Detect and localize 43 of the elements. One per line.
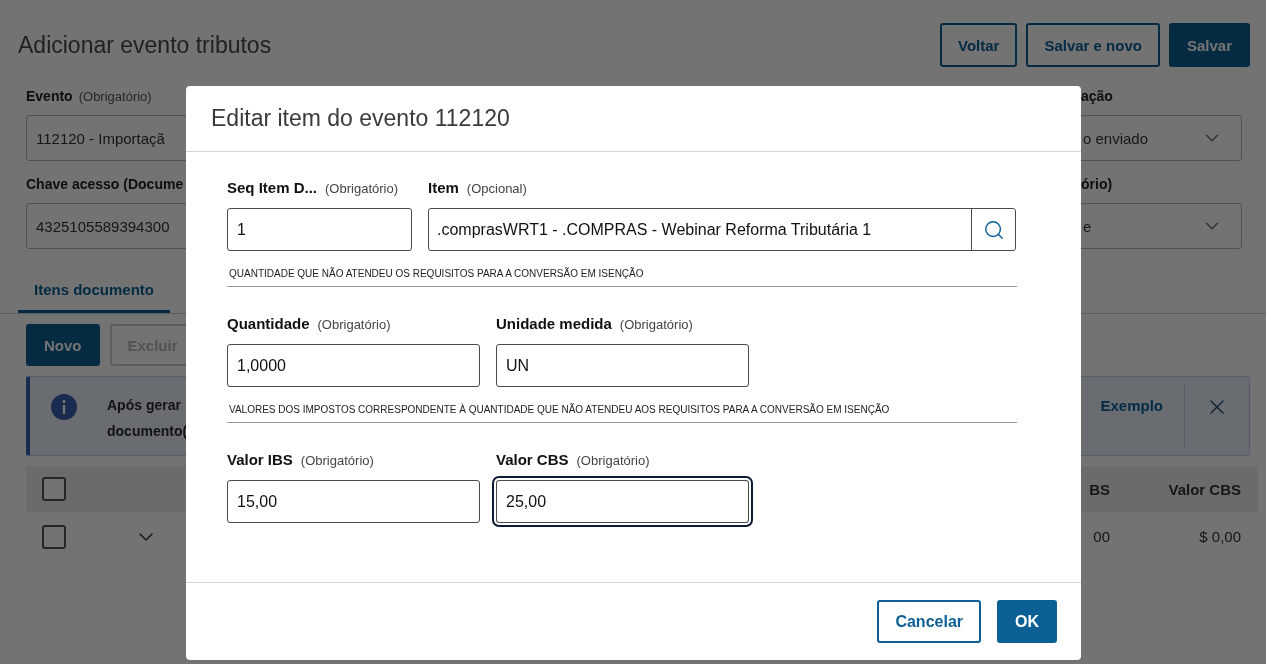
field-hint: (Obrigatório) [619, 316, 693, 332]
checkbox[interactable] [42, 477, 66, 501]
secondary-button[interactable]: Voltar [940, 23, 1018, 67]
info-icon [51, 394, 77, 420]
save-button[interactable]: Salvar [1168, 23, 1250, 67]
lookup-field[interactable]: .comprasWRT1 - .COMPRAS - Webinar Reforma Tributária 1 [428, 208, 1016, 251]
field-hint: (Opcional) [466, 180, 527, 196]
input-field[interactable]: 1 [227, 208, 412, 251]
secondary-button[interactable]: Salvar e novo [1026, 23, 1160, 67]
page-title: Adicionar evento tributos [18, 31, 272, 59]
column-header: Valor CBS [1167, 480, 1241, 498]
field-label: Seq Item D... [227, 178, 318, 198]
field-label: ório) [1081, 175, 1113, 194]
field-label: Chave acesso (Docume [26, 175, 184, 194]
field-label: Valor CBS [496, 450, 569, 470]
field-hint: (Obrigatório) [325, 180, 398, 196]
input-field[interactable]: 1,0000 [227, 344, 480, 387]
field-hint: (Obrigatório) [317, 316, 391, 332]
table-cell-text: 00 [1092, 528, 1110, 545]
field-label: Evento [26, 87, 73, 106]
tab[interactable]: Itens documento [18, 268, 170, 313]
input-field[interactable]: UN [496, 344, 749, 387]
search-icon[interactable] [971, 209, 1015, 250]
input-field[interactable]: 15,00 [227, 480, 480, 523]
cancel-button[interactable]: Cancelar [877, 600, 981, 643]
field-label: Unidade medida [496, 314, 612, 334]
field-hint: (Obrigatório) [576, 452, 650, 468]
new-button[interactable]: Novo [26, 324, 100, 366]
notice-text: Após gerar documento( [107, 396, 188, 441]
field-hint: (Obrigatório) [300, 452, 374, 468]
example-link[interactable]: Exemplo [1100, 397, 1163, 414]
field-label: Item [428, 178, 459, 198]
field-label: Valor IBS [227, 450, 293, 470]
section-caption: VALORES DOS IMPOSTOS CORRESPONDENTE À QUANTIDADE QUE NÃO ATENDEU AOS REQUISITOS PARA A CONVERSÃO EM ISENÇÃO [227, 404, 1017, 423]
table-cell-text: $ 0,00 [1198, 528, 1241, 545]
field-hint: (Obrigatório) [78, 88, 152, 104]
field-label: Quantidade [227, 314, 310, 334]
field-value: .comprasWRT1 - .COMPRAS - Webinar Reforma Tributária 1 [436, 219, 873, 240]
checkbox[interactable] [42, 524, 66, 549]
column-header: BS [1088, 480, 1110, 498]
field-label: ação [1081, 87, 1113, 106]
section-caption: QUANTIDADE QUE NÃO ATENDEU OS REQUISITOS PARA A CONVERSÃO EM ISENÇÃO [227, 268, 1017, 287]
ok-button[interactable]: OK [997, 600, 1057, 643]
